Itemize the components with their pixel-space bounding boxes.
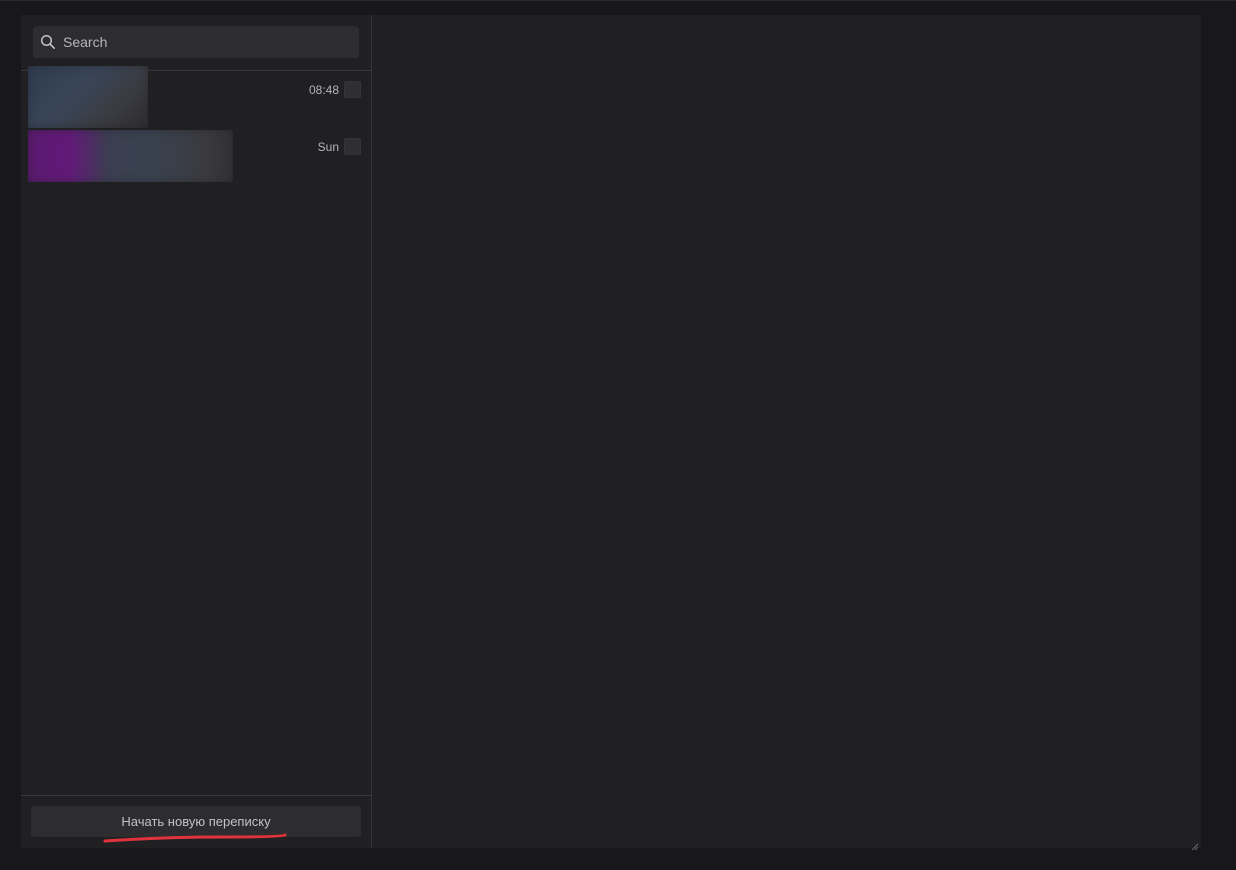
resize-grip-icon[interactable] — [1191, 838, 1199, 851]
footer-divider — [21, 795, 371, 796]
red-underline-annotation — [103, 833, 287, 843]
conversation-select-checkbox[interactable] — [344, 81, 361, 98]
conversation-select-checkbox[interactable] — [344, 138, 361, 155]
conversation-time: 08:48 — [308, 83, 339, 97]
message-pane — [372, 15, 1201, 851]
search-icon — [40, 34, 56, 50]
conversation-item[interactable]: Sun — [21, 130, 371, 182]
conversation-time: Sun — [317, 140, 339, 154]
conversation-sidebar: 08:48 Sun Начать новую переписку — [21, 15, 372, 848]
search-input[interactable] — [63, 34, 343, 50]
conversation-item[interactable]: 08:48 — [21, 66, 371, 128]
search-box[interactable] — [33, 26, 359, 58]
blurred-avatar — [28, 130, 233, 182]
messenger-window: 08:48 Sun Начать новую переписку — [21, 15, 1201, 851]
top-border — [0, 0, 1236, 1]
blurred-avatar — [28, 66, 148, 128]
